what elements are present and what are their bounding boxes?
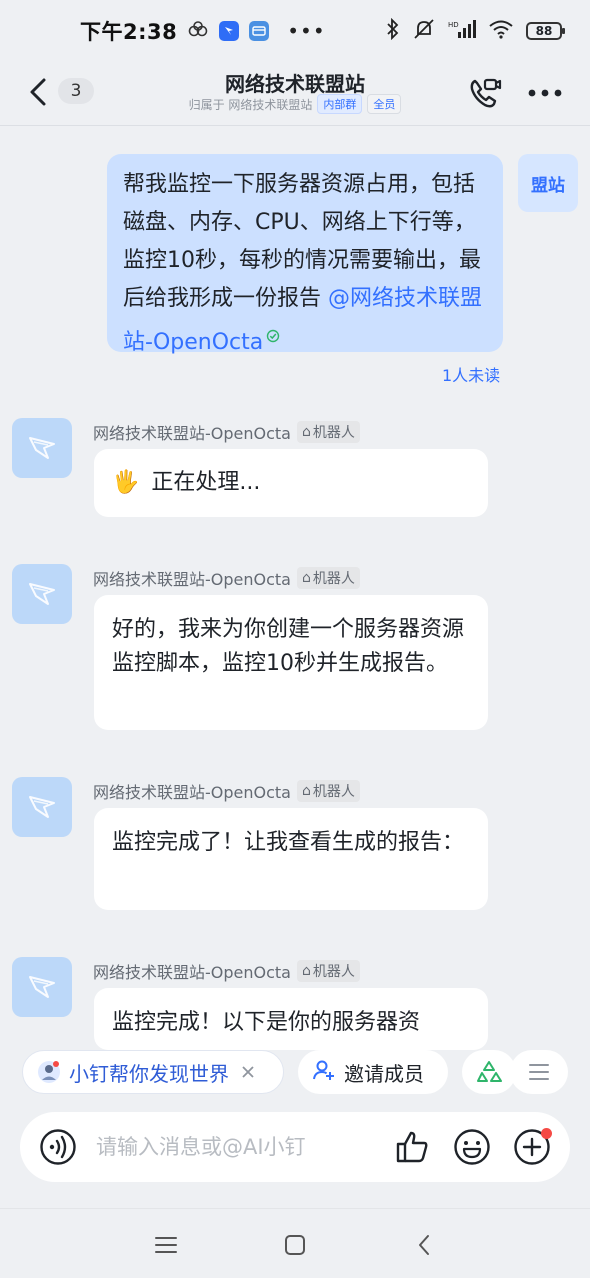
bot-message-text: 好的，我来为你创建一个服务器资源监控脚本，监控10秒并生成报告。 (112, 617, 465, 676)
emoji-button[interactable] (452, 1127, 492, 1167)
sender-name: 网络技术联盟站-OpenOcta (93, 570, 291, 589)
mute-icon (412, 18, 436, 44)
menu-icon (155, 1237, 177, 1253)
chevron-left-icon (419, 1235, 429, 1255)
svg-text:HD: HD (448, 21, 459, 29)
system-back-button[interactable] (406, 1229, 442, 1261)
sender-name: 网络技术联盟站-OpenOcta (93, 963, 291, 982)
group-owner-text: 归属于 网络技术联盟站 (188, 97, 313, 112)
card-app-icon (249, 21, 270, 41)
thumbs-up-button[interactable] (392, 1127, 432, 1167)
all-members-tag: 全员 (367, 94, 402, 114)
invite-members-button[interactable]: 邀请成员 (298, 1050, 448, 1094)
robot-tag: ⌂ 机器人 (296, 421, 360, 443)
invite-label: 邀请成员 (344, 1061, 424, 1086)
bot-message-bubble[interactable]: 🖐 正在处理... (94, 449, 488, 517)
bot-message-text: 监控完成！以下是你的服务器资 (112, 1010, 421, 1035)
bot-avatar-icon (29, 976, 55, 998)
robot-tag: ⌂ 机器人 (296, 960, 360, 982)
robot-tag-label: 机器人 (312, 964, 355, 980)
message-input-bar (20, 1112, 570, 1182)
ai-assistant-chip[interactable]: 小钉帮你发现世界 (22, 1050, 284, 1094)
signal-icon: HD (448, 19, 476, 43)
bot-message-bubble[interactable]: 监控完成了！让我查看生成的报告： (94, 808, 488, 910)
close-icon[interactable] (241, 1060, 255, 1084)
raised-hand-icon: 🖐 (112, 470, 140, 495)
robot-tag: ⌂ 机器人 (296, 780, 360, 802)
home-button[interactable] (277, 1229, 313, 1261)
robot-icon: ⌂ (301, 783, 311, 799)
avatar[interactable] (12, 564, 72, 624)
avatar[interactable] (12, 418, 72, 478)
internal-group-tag: 内部群 (317, 94, 363, 114)
sender-name-row: 网络技术联盟站-OpenOcta ⌂ 机器人 (93, 959, 360, 983)
sender-name-row: 网络技术联盟站-OpenOcta ⌂ 机器人 (93, 566, 360, 590)
message-input[interactable] (96, 1128, 376, 1166)
robot-tag-label: 机器人 (312, 425, 355, 441)
square-icon (285, 1235, 305, 1255)
thumbs-up-icon (396, 1131, 428, 1163)
sender-name-row: 网络技术联盟站-OpenOcta ⌂ 机器人 (93, 420, 360, 444)
robot-icon: ⌂ (301, 963, 311, 979)
system-nav-bar (0, 1208, 590, 1278)
avatar[interactable] (12, 777, 72, 837)
ai-avatar-icon (37, 1060, 61, 1084)
bot-avatar-icon (29, 796, 55, 818)
bot-avatar-icon (29, 437, 55, 459)
robot-icon: ⌂ (301, 424, 311, 440)
sender-name: 网络技术联盟站-OpenOcta (93, 783, 291, 802)
app-hub-button[interactable] (462, 1050, 516, 1094)
wifi-icon (488, 19, 514, 43)
phone-video-icon (470, 78, 502, 108)
suggestion-row: 小钉帮你发现世界 邀请成员 (0, 1050, 590, 1094)
more-dots-icon (528, 89, 562, 97)
add-button[interactable] (512, 1127, 552, 1167)
bot-message-text: 监控完成了！让我查看生成的报告： (112, 830, 465, 855)
menu-lines-icon (529, 1064, 549, 1080)
notification-dot (541, 1128, 552, 1139)
sender-name-row: 网络技术联盟站-OpenOcta ⌂ 机器人 (93, 779, 360, 803)
my-message-bubble[interactable]: 帮我监控一下服务器资源占用，包括磁盘、内存、CPU、网络上下行等，监控10秒，每… (107, 154, 503, 355)
verified-check-icon (266, 318, 280, 356)
bot-avatar-icon (29, 583, 55, 605)
add-user-icon (312, 1058, 336, 1087)
status-app-icons: ••• (187, 19, 325, 43)
status-right: HD 88 (386, 17, 565, 44)
status-time: 下午2:38 (80, 20, 178, 44)
bot-message-bubble[interactable]: 好的，我来为你创建一个服务器资源监控脚本，监控10秒并生成报告。 (94, 595, 488, 730)
robot-icon: ⌂ (301, 570, 311, 586)
voice-icon (40, 1129, 76, 1165)
robot-tag-label: 机器人 (312, 784, 355, 800)
more-notifications-icon: ••• (287, 19, 326, 43)
bot-message-text: 正在处理... (151, 470, 261, 495)
robot-tag: ⌂ 机器人 (296, 567, 360, 589)
video-call-button[interactable] (466, 74, 504, 112)
bluetooth-icon (386, 17, 400, 44)
bot-message-bubble[interactable]: 监控完成！以下是你的服务器资 (94, 988, 488, 1050)
sender-name: 网络技术联盟站-OpenOcta (93, 424, 291, 443)
status-bar: 下午2:38 ••• HD 88 (0, 0, 590, 62)
ai-chip-label: 小钉帮你发现世界 (69, 1061, 229, 1086)
recent-apps-button[interactable] (148, 1229, 184, 1261)
menu-button[interactable] (510, 1050, 568, 1094)
more-options-button[interactable] (524, 76, 566, 110)
cloud-app-icon (187, 21, 209, 41)
battery-indicator: 88 (526, 22, 565, 40)
robot-tag-label: 机器人 (312, 571, 355, 587)
my-avatar[interactable]: 盟站 (518, 154, 578, 212)
recycle-icon (477, 1061, 502, 1082)
emoji-icon (454, 1129, 490, 1165)
voice-button[interactable] (38, 1127, 78, 1167)
dingtalk-app-icon (219, 21, 240, 41)
read-status[interactable]: 1人未读 (442, 362, 500, 386)
avatar[interactable] (12, 957, 72, 1017)
chat-header: 3 网络技术联盟站 归属于 网络技术联盟站 内部群 全员 (0, 62, 590, 126)
